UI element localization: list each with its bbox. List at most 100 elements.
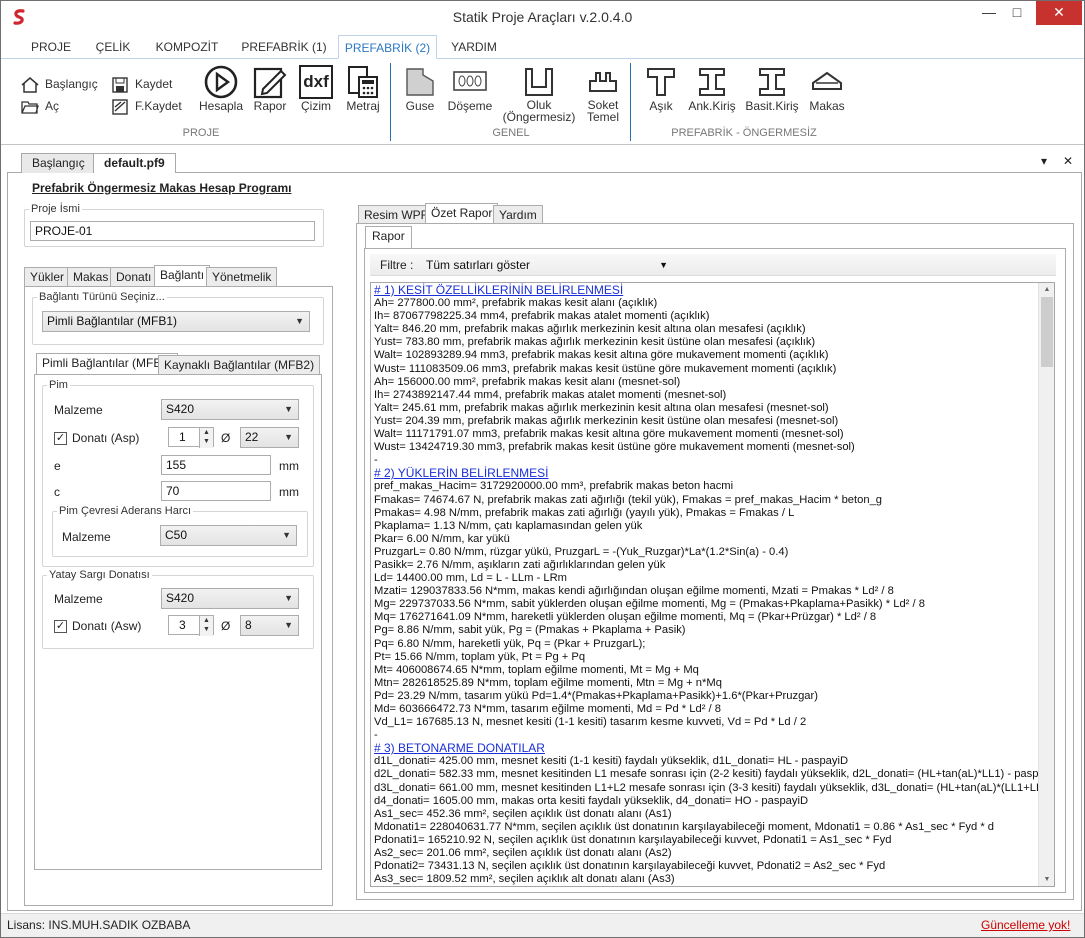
tab-pimli[interactable]: Pimli Bağlantılar (MFB1): [36, 353, 179, 375]
filter-select[interactable]: Tüm satırları göster ▼: [422, 255, 672, 275]
guse-button[interactable]: Guse: [401, 65, 439, 113]
ribbon-tab-prefabrik-1[interactable]: PREFABRİK (1): [235, 35, 333, 59]
report-button[interactable]: Rapor: [251, 65, 289, 113]
tab-yonetmelik[interactable]: Yönetmelik: [206, 267, 278, 287]
update-link[interactable]: Güncelleme yok!: [981, 918, 1070, 932]
stepper-arrows-icon[interactable]: ▲ ▼: [199, 616, 213, 636]
pim-c-input[interactable]: 70: [161, 481, 271, 501]
tab-rapor[interactable]: Rapor: [365, 226, 412, 248]
report-text-area[interactable]: # 1) KESİT ÖZELLİKLERİNİN BELİRLENMESİ Ah…: [370, 282, 1055, 887]
report-line: Ih= 2743892147.44 mm4, prefabrik makas a…: [374, 388, 727, 401]
window-title: Statik Proje Araçları v.2.0.4.0: [452, 9, 633, 25]
pim-phi-label: Ø: [221, 431, 231, 445]
save-button[interactable]: Kaydet: [111, 75, 172, 93]
stepper-arrows-icon[interactable]: ▲ ▼: [199, 428, 213, 448]
pim-material-value: S420: [166, 402, 195, 416]
tab-yardim[interactable]: Yardım: [493, 205, 543, 225]
report-line: As2_sec= 201.06 mm², seçilen açıklık üst…: [374, 847, 672, 860]
scrollbar-thumb[interactable]: [1041, 297, 1053, 367]
yatay-donati-diameter-value: 8: [245, 618, 252, 632]
yatay-donati-checkbox[interactable]: ✓: [54, 620, 67, 633]
chevron-down-icon: ▼: [659, 260, 668, 270]
tab-kaynakli[interactable]: Kaynaklı Bağlantılar (MFB2): [158, 355, 321, 375]
report-line: Ah= 156000.00 mm², prefabrik makas kesit…: [374, 375, 681, 388]
i-beam-icon: [759, 68, 785, 96]
pim-cevre-legend: Pim Çevresi Aderans Harcı: [59, 505, 192, 517]
tab-donati[interactable]: Donatı: [110, 267, 158, 287]
makas-button[interactable]: Makas: [807, 65, 847, 113]
report-label: Rapor: [253, 99, 287, 113]
report-line: Pdonati1= 165210.92 N, seçilen açıklık ü…: [374, 833, 892, 846]
metraj-button[interactable]: Metraj: [343, 65, 383, 113]
tab-resim-wpf[interactable]: Resim WPF: [358, 205, 434, 225]
project-name-input[interactable]: PROJE-01: [30, 221, 315, 241]
ank-kiris-button[interactable]: Ank.Kiriş: [687, 65, 737, 113]
connection-sub-tabs: Pimli Bağlantılar (MFB1) Kaynaklı Bağlan…: [36, 353, 326, 375]
home-button[interactable]: Başlangıç: [21, 75, 98, 93]
right-tabs: Resim WPF Özet Rapor Yardım: [358, 203, 558, 225]
document-tabs: Başlangıç default.pf9 ▾ ✕: [7, 151, 1082, 174]
soket-temel-button[interactable]: Soket Temel: [583, 65, 623, 123]
draw-button[interactable]: dxf Çizim: [297, 65, 335, 113]
ribbon-tab-yardim[interactable]: YARDIM: [445, 35, 503, 59]
yatay-donati-count-stepper[interactable]: 3 ▲ ▼: [168, 615, 214, 636]
report-scrollbar[interactable]: ▲ ▼: [1038, 283, 1054, 886]
report-line: Mt= 406008674.65 N*mm, toplam eğilme mom…: [374, 663, 699, 676]
yatay-sargi-legend: Yatay Sargı Donatısı: [49, 569, 150, 581]
tab-yukler[interactable]: Yükler: [24, 267, 71, 287]
connection-type-value: Pimli Bağlantılar (MFB1): [47, 314, 178, 328]
pim-cevre-material-label: Malzeme: [62, 530, 111, 544]
metraj-label: Metraj: [346, 99, 380, 113]
pencil-icon: [253, 67, 287, 99]
pim-e-label: e: [54, 459, 61, 473]
doseme-button[interactable]: Döşeme: [447, 65, 493, 113]
pim-cevre-material-select[interactable]: C50 ▼: [160, 525, 297, 546]
report-line: Ah= 277800.00 mm², prefabrik makas kesit…: [374, 297, 658, 310]
ank-kiris-label: Ank.Kiriş: [688, 99, 736, 113]
scroll-down-icon[interactable]: ▼: [1039, 873, 1055, 886]
doc-tab-baslangic[interactable]: Başlangıç: [21, 153, 96, 173]
scroll-up-icon[interactable]: ▲: [1039, 283, 1055, 296]
pim-donati-diameter-select[interactable]: 22 ▼: [240, 427, 299, 448]
tab-baglanti[interactable]: Bağlantı: [154, 265, 211, 287]
report-line: Pdonati2= 73431.13 N, seçilen açıklık üs…: [374, 860, 886, 873]
calculate-button[interactable]: Hesapla: [198, 65, 244, 113]
group-proje-label: PROJE: [182, 127, 220, 139]
slab-icon: [453, 71, 487, 91]
report-line: Wust= 111083509.06 mm3, prefabrik makas …: [374, 362, 837, 375]
close-button[interactable]: ✕: [1036, 1, 1082, 25]
tab-makas[interactable]: Makas: [67, 267, 115, 287]
i-beam-icon: [699, 68, 725, 96]
ribbon-tab-prefabrik-2[interactable]: PREFABRİK (2): [338, 35, 437, 59]
yatay-donati-diameter-select[interactable]: 8 ▼: [240, 615, 299, 636]
pim-donati-checkbox[interactable]: ✓: [54, 432, 67, 445]
report-line: Mzati= 129037833.56 N*mm, makas kendi ağ…: [374, 585, 894, 598]
doc-close-icon[interactable]: ✕: [1063, 154, 1073, 168]
report-line: Pq= 6.80 N/mm, hareketli yük, Pq = (Pkar…: [374, 637, 646, 650]
pim-c-unit: mm: [279, 485, 299, 499]
t-beam-icon: [647, 68, 675, 96]
ribbon-tab-proje[interactable]: PROJE: [23, 35, 79, 59]
report-line: Mg= 229737033.56 N*mm, sabit yüklerden o…: [374, 598, 925, 611]
connection-type-select[interactable]: Pimli Bağlantılar (MFB1) ▼: [42, 311, 310, 332]
ribbon-tab-celik[interactable]: ÇELİK: [87, 35, 139, 59]
save-as-button[interactable]: F.Kaydet: [111, 97, 182, 115]
maximize-button[interactable]: □: [1004, 1, 1030, 25]
asik-button[interactable]: Aşık: [643, 65, 679, 113]
minimize-button[interactable]: —: [976, 1, 1002, 25]
yatay-material-select[interactable]: S420 ▼: [161, 588, 299, 609]
pim-donati-count-stepper[interactable]: 1 ▲ ▼: [168, 427, 214, 448]
pim-material-select[interactable]: S420 ▼: [161, 399, 299, 420]
oluk-button[interactable]: Oluk (Öngermesiz): [501, 65, 577, 123]
pim-e-input[interactable]: 155: [161, 455, 271, 475]
tab-ozet-rapor[interactable]: Özet Rapor: [425, 203, 499, 225]
doc-dropdown-icon[interactable]: ▾: [1041, 154, 1047, 168]
report-lines: # 1) KESİT ÖZELLİKLERİNİN BELİRLENMESİ Ah…: [371, 283, 1054, 886]
page-title: Prefabrik Öngermesiz Makas Hesap Program…: [32, 181, 292, 195]
open-button[interactable]: Aç: [21, 97, 59, 115]
home-label: Başlangıç: [45, 77, 98, 91]
doc-tab-default-pf9[interactable]: default.pf9: [93, 153, 176, 174]
ribbon-tab-kompozit[interactable]: KOMPOZİT: [149, 35, 225, 59]
ribbon-separator: [630, 63, 631, 141]
basit-kiris-button[interactable]: Basit.Kiriş: [745, 65, 799, 113]
